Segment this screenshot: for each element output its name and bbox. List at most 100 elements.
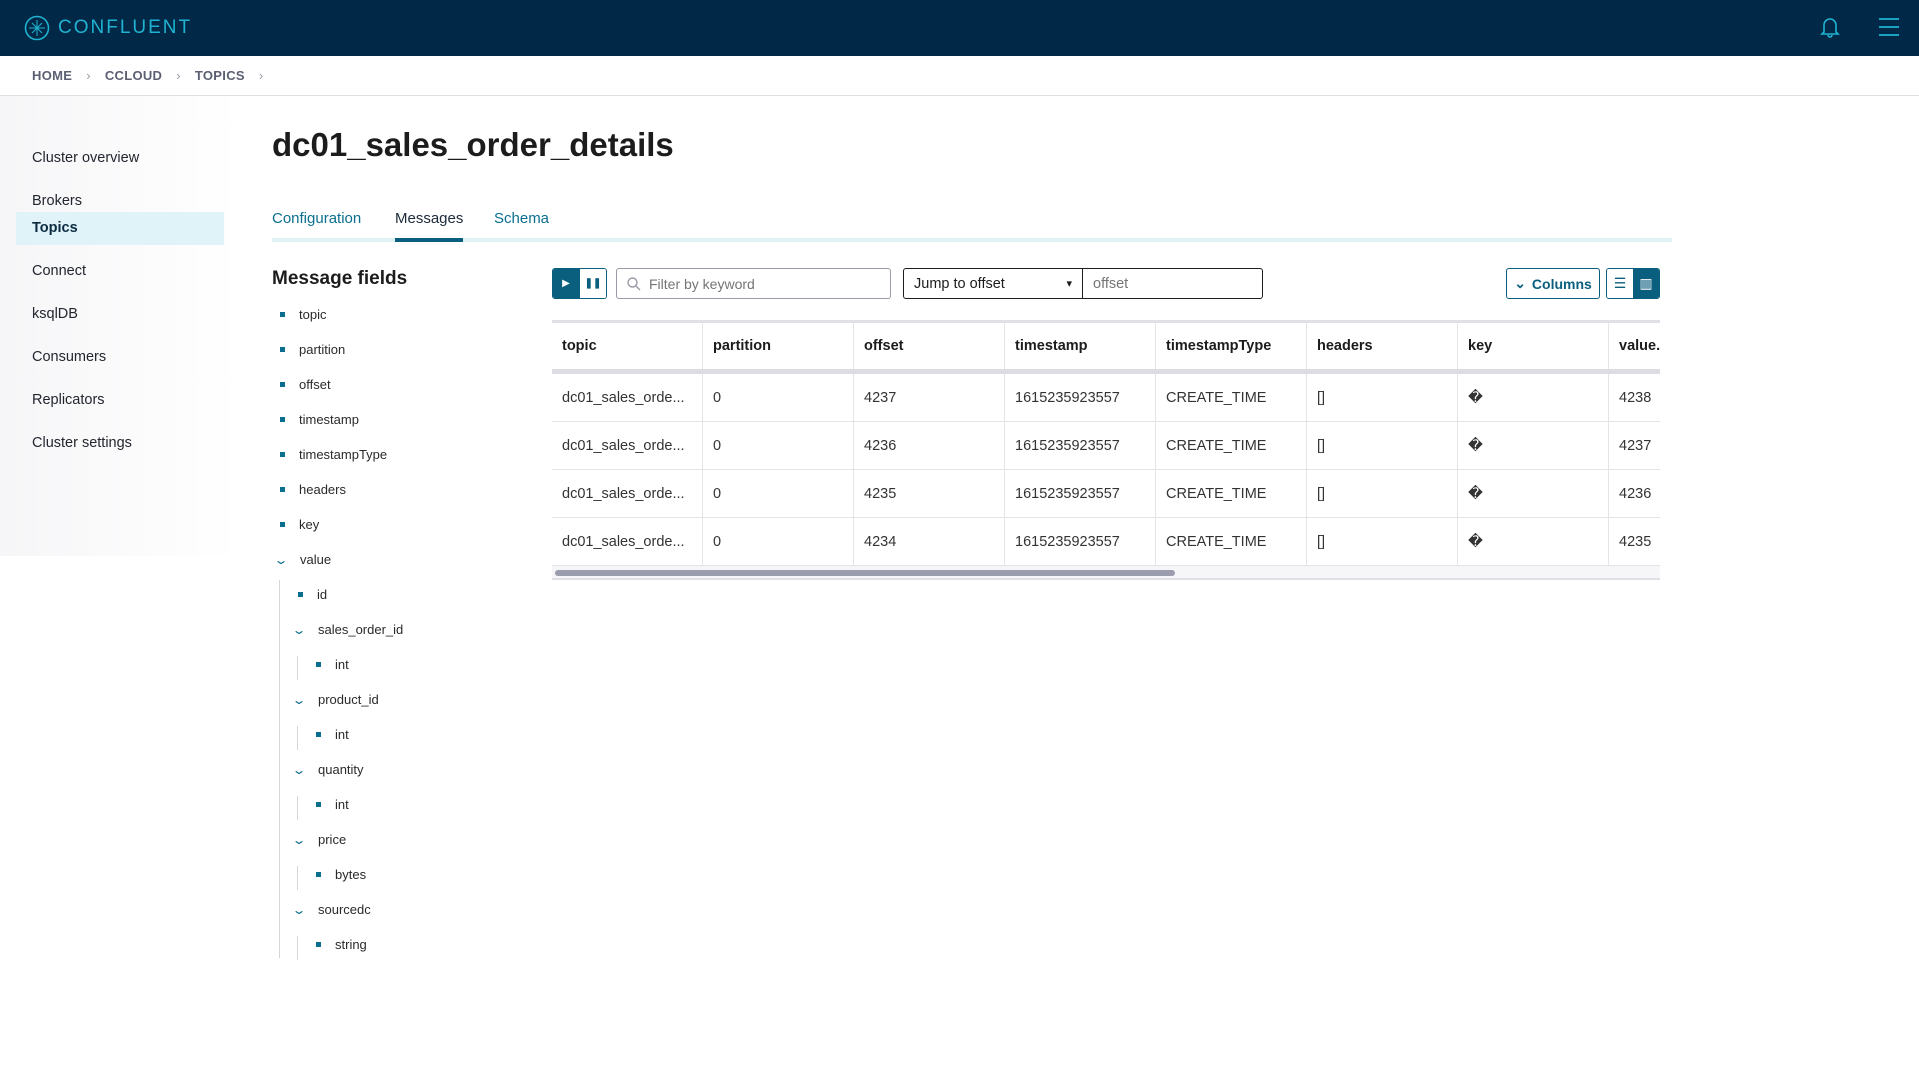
- bullet-icon: [280, 522, 285, 527]
- scrollbar-thumb[interactable]: [555, 570, 1175, 576]
- column-header[interactable]: timestamp: [1005, 323, 1156, 369]
- bullet-icon: [280, 312, 285, 317]
- tab-schema[interactable]: Schema: [494, 210, 549, 242]
- column-header[interactable]: timestampType: [1156, 323, 1307, 369]
- field-label: partition: [299, 342, 346, 357]
- chevron-down-icon: ⌄: [291, 622, 307, 637]
- field-group[interactable]: ⌄ sales_order_id: [291, 622, 404, 637]
- field-label: headers: [299, 482, 346, 497]
- field-group[interactable]: ⌄ price: [292, 832, 347, 847]
- field-label: product_id: [318, 692, 379, 707]
- sidebar-item-ksqldb[interactable]: ksqlDB: [16, 298, 224, 331]
- table-row[interactable]: dc01_sales_orde... 0 4234 1615235923557 CREA…: [552, 518, 1660, 566]
- breadcrumb-home[interactable]: HOME: [32, 68, 72, 83]
- sidebar-item-connect[interactable]: Connect: [16, 255, 224, 288]
- field-label: bytes: [335, 867, 367, 882]
- field-group[interactable]: ⌄ product_id: [292, 692, 379, 707]
- play-button[interactable]: ▶: [553, 269, 579, 298]
- table-cell: �: [1458, 518, 1609, 565]
- columns-label: Columns: [1531, 275, 1592, 292]
- horizontal-scrollbar[interactable]: [552, 566, 1660, 580]
- field-item: offset: [280, 377, 331, 392]
- sidebar: Cluster overview Brokers Topics Connect …: [0, 96, 239, 556]
- table-cell: 0: [703, 518, 854, 565]
- sidebar-item-replicators[interactable]: Replicators: [16, 384, 224, 417]
- columns-button[interactable]: ⌄ Columns: [1506, 268, 1600, 299]
- table-cell: �: [1458, 470, 1609, 517]
- list-view-icon[interactable]: ☰: [1607, 269, 1633, 298]
- table-cell: dc01_sales_orde...: [552, 422, 703, 469]
- tree-guide-line: [297, 726, 298, 750]
- pause-button[interactable]: ❚❚: [579, 269, 606, 298]
- column-header[interactable]: partition: [703, 323, 854, 369]
- table-row[interactable]: dc01_sales_orde... 0 4236 1615235923557 CREA…: [552, 422, 1660, 470]
- offset-input[interactable]: [1093, 275, 1243, 292]
- breadcrumb-ccloud[interactable]: CCLOUD: [105, 68, 162, 83]
- table-cell: 4237: [1609, 422, 1660, 469]
- table-header-row: topic partition offset timestamp timestampTy…: [552, 323, 1660, 374]
- field-label: int: [335, 797, 349, 812]
- sidebar-item-cluster-settings[interactable]: Cluster settings: [16, 427, 224, 460]
- chevron-down-icon: ▾: [1066, 278, 1072, 290]
- field-item: bytes: [316, 867, 366, 882]
- table-cell: 4237: [854, 374, 1005, 421]
- table-cell: CREATE_TIME: [1156, 470, 1307, 517]
- field-label: key: [299, 517, 320, 532]
- table-row[interactable]: dc01_sales_orde... 0 4237 1615235923557 CREA…: [552, 374, 1660, 422]
- brand-name: CONFLUENT: [58, 17, 193, 38]
- search-icon: [627, 276, 641, 290]
- offset-field[interactable]: [1082, 268, 1263, 299]
- tree-guide-line: [297, 656, 298, 680]
- sidebar-item-consumers[interactable]: Consumers: [16, 341, 224, 374]
- table-cell: CREATE_TIME: [1156, 518, 1307, 565]
- hamburger-menu-icon[interactable]: [1878, 17, 1900, 37]
- tab-configuration[interactable]: Configuration: [272, 210, 361, 242]
- field-item: partition: [280, 342, 345, 357]
- sidebar-item-topics[interactable]: Topics: [16, 212, 224, 245]
- table-cell: 1615235923557: [1005, 374, 1156, 421]
- field-group[interactable]: ⌄ quantity: [292, 762, 364, 777]
- filter-input[interactable]: [649, 275, 869, 292]
- column-header[interactable]: key: [1458, 323, 1609, 369]
- bullet-icon: [280, 487, 285, 492]
- table-cell: �: [1458, 374, 1609, 421]
- bullet-icon: [280, 417, 285, 422]
- table-cell: 4235: [854, 470, 1005, 517]
- table-view-icon[interactable]: ▥: [1633, 269, 1659, 298]
- column-header[interactable]: headers: [1307, 323, 1458, 369]
- table-cell: []: [1307, 518, 1458, 565]
- table-row[interactable]: dc01_sales_orde... 0 4235 1615235923557 CREA…: [552, 470, 1660, 518]
- field-item: timestampType: [280, 447, 387, 462]
- bullet-icon: [280, 452, 285, 457]
- column-header[interactable]: value.: [1609, 323, 1660, 369]
- bullet-icon: [316, 802, 321, 807]
- column-header[interactable]: topic: [552, 323, 703, 369]
- field-group[interactable]: ⌄ value: [273, 552, 332, 567]
- bell-icon[interactable]: [1820, 16, 1840, 38]
- sidebar-item-cluster-overview[interactable]: Cluster overview: [16, 142, 224, 175]
- tree-guide-line: [297, 796, 298, 820]
- jump-to-offset-select[interactable]: Jump to offset ▾: [903, 268, 1083, 299]
- table-cell: dc01_sales_orde...: [552, 518, 703, 565]
- table-cell: []: [1307, 422, 1458, 469]
- table-cell: []: [1307, 470, 1458, 517]
- table-cell: 1615235923557: [1005, 470, 1156, 517]
- table-cell: 0: [703, 470, 854, 517]
- tree-guide-line: [297, 936, 298, 960]
- filter-field[interactable]: [616, 268, 891, 299]
- chevron-down-icon: ⌄: [273, 552, 289, 567]
- bullet-icon: [280, 382, 285, 387]
- field-item: string: [316, 937, 367, 952]
- confluent-logo[interactable]: CONFLUENT: [24, 15, 192, 41]
- field-group[interactable]: ⌄ sourcedc: [292, 902, 371, 917]
- field-label: topic: [299, 307, 327, 322]
- breadcrumb-topics[interactable]: TOPICS: [195, 68, 245, 83]
- bullet-icon: [316, 872, 321, 877]
- field-item: int: [316, 727, 349, 742]
- chevron-right-icon: ›: [258, 68, 264, 83]
- tab-messages[interactable]: Messages: [395, 210, 464, 242]
- field-label: sourcedc: [318, 902, 371, 917]
- field-label: offset: [299, 377, 331, 392]
- bullet-icon: [280, 347, 285, 352]
- column-header[interactable]: offset: [854, 323, 1005, 369]
